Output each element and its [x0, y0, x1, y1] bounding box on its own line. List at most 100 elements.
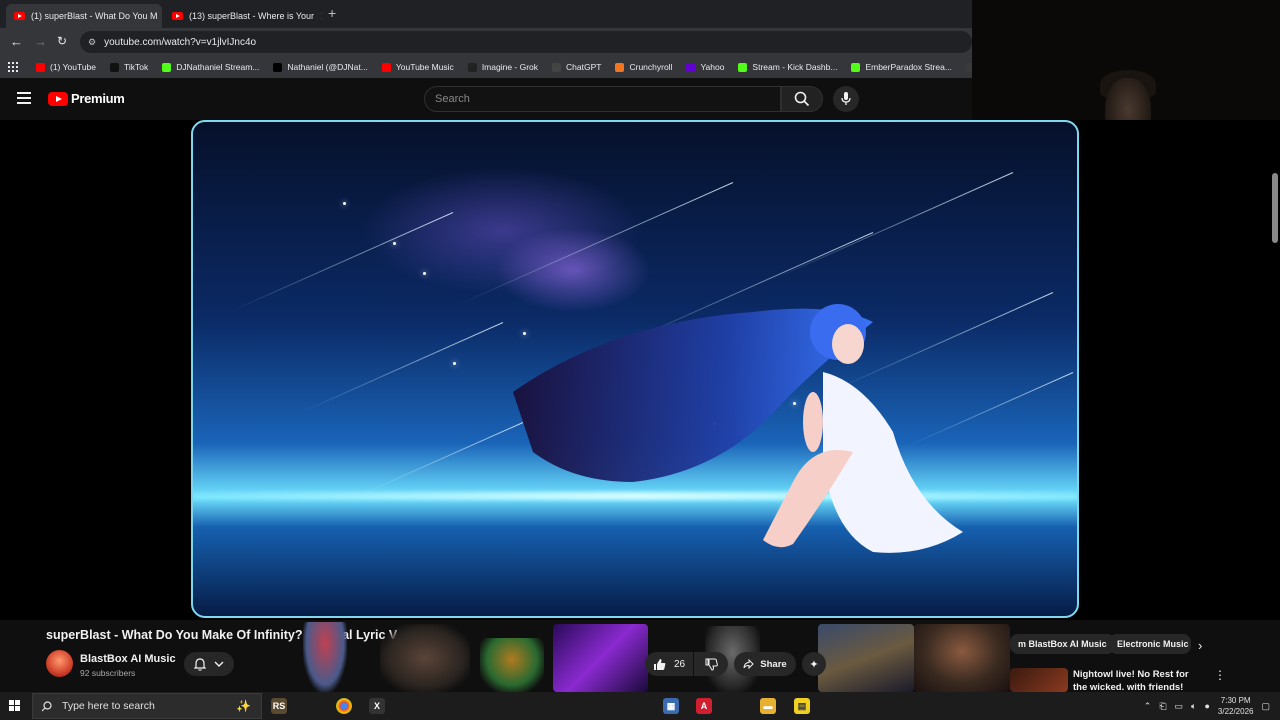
- bookmark-item[interactable]: Crunchyroll: [615, 62, 672, 72]
- tab-close-icon[interactable]: ✕: [158, 10, 162, 23]
- like-button[interactable]: 26: [645, 652, 693, 676]
- bookmark-item[interactable]: Yahoo: [686, 62, 724, 72]
- youtube-logo-icon: [48, 91, 68, 106]
- windows-taskbar: Type here to search ✨ RS X ▦ A ▬ ▤ ⌃ ⎗ ▭…: [0, 692, 1280, 720]
- kick-icon: [738, 62, 748, 72]
- chevron-up-icon[interactable]: ⌃: [1144, 701, 1152, 712]
- search-button[interactable]: [781, 86, 823, 112]
- bookmark-item[interactable]: ChatGPT: [552, 62, 601, 72]
- new-tab-button[interactable]: +: [328, 5, 336, 21]
- chip-label: m BlastBox AI Music: [1018, 639, 1107, 649]
- like-count: 26: [673, 658, 686, 670]
- bookmark-label: ChatGPT: [566, 62, 602, 72]
- bookmark-label: DJNathaniel Stream...: [176, 62, 260, 72]
- youtube-music-icon: [381, 62, 391, 72]
- adobe-taskbar-icon[interactable]: A: [696, 698, 712, 714]
- menu-icon[interactable]: [17, 92, 31, 104]
- system-clock[interactable]: 7:30 PM 3/22/2026: [1218, 695, 1254, 717]
- site-info-icon[interactable]: ⚙: [88, 37, 96, 48]
- bookmark-label: Imagine - Grok: [481, 62, 539, 72]
- kick-icon: [162, 62, 172, 72]
- clock-time: 7:30 PM: [1220, 696, 1251, 705]
- tab-close-icon[interactable]: ✕: [314, 10, 322, 23]
- chevron-right-icon[interactable]: ›: [1198, 638, 1202, 653]
- browser-tab-bar: (1) superBlast - What Do You M ✕ (13) su…: [0, 0, 972, 28]
- search-placeholder: Search: [435, 93, 470, 105]
- search-input[interactable]: Search: [424, 86, 781, 112]
- windows-search-box[interactable]: Type here to search ✨: [32, 693, 262, 719]
- anime-girl-illustration: [513, 304, 963, 553]
- sparkle-ask-button[interactable]: ✦: [802, 652, 826, 676]
- youtube-favicon-icon: [14, 12, 25, 20]
- video-artwork-frame: [191, 120, 1079, 618]
- back-arrow-icon[interactable]: ←: [10, 34, 23, 49]
- sticker-album-art: [553, 624, 648, 692]
- calculator-taskbar-icon[interactable]: ▦: [663, 698, 679, 714]
- forward-arrow-icon[interactable]: →: [34, 34, 47, 49]
- share-button[interactable]: Share: [734, 652, 796, 676]
- recommendation-title[interactable]: Nightowl live! No Rest for the wicked. w…: [1073, 668, 1203, 694]
- system-tray: ⌃ ⎗ ▭ 🔈︎ ● 7:30 PM 3/22/2026 ▢: [1144, 692, 1280, 720]
- file-explorer-taskbar-icon[interactable]: ▬: [760, 698, 776, 714]
- bookmark-item[interactable]: EmberParadox Strea...: [851, 62, 952, 72]
- chip-from-channel[interactable]: m BlastBox AI Music: [1010, 634, 1115, 654]
- windows-start-icon[interactable]: [9, 700, 21, 712]
- thumbs-up-icon: [653, 658, 666, 670]
- chevron-down-icon: [214, 661, 224, 667]
- share-label: Share: [760, 658, 787, 670]
- chip-label: Electronic Music: [1117, 639, 1189, 649]
- bookmark-item[interactable]: Nathaniel (@DJNat...: [273, 62, 368, 72]
- tab-title: (1) superBlast - What Do You M: [31, 11, 158, 21]
- reload-icon[interactable]: ↻: [57, 34, 67, 48]
- browser-tab-2[interactable]: (13) superBlast - Where is Your ✕: [164, 4, 322, 28]
- dislike-button[interactable]: [694, 652, 728, 676]
- page-scrollbar[interactable]: [1272, 173, 1278, 243]
- bell-icon: [194, 657, 206, 671]
- bookmark-item[interactable]: YouTube Music: [381, 62, 454, 72]
- windows-search-placeholder: Type here to search: [62, 700, 155, 712]
- sticky-notes-taskbar-icon[interactable]: ▤: [794, 698, 810, 714]
- bookmark-label: Nathaniel (@DJNat...: [287, 62, 368, 72]
- microphone-icon: [841, 92, 851, 105]
- tab-title: (13) superBlast - Where is Your: [189, 11, 315, 21]
- bookmark-item[interactable]: DJNathaniel Stream...: [162, 62, 259, 72]
- subscriber-count: 92 subscribers: [80, 668, 136, 678]
- bookmark-label: EmberParadox Strea...: [865, 62, 952, 72]
- sticker-character-3: [480, 638, 544, 692]
- bookmark-label: Stream - Kick Dashb...: [752, 62, 838, 72]
- chrome-taskbar-icon[interactable]: [336, 698, 352, 714]
- more-options-icon[interactable]: ⋮: [1214, 668, 1226, 682]
- apps-grid-icon[interactable]: [8, 62, 18, 72]
- browser-tab-1[interactable]: (1) superBlast - What Do You M ✕: [6, 4, 162, 28]
- sticker-character-5: [818, 624, 914, 692]
- x-icon: [273, 62, 283, 72]
- network-icon[interactable]: ▭: [1175, 701, 1184, 712]
- microphone-icon[interactable]: ●: [1204, 701, 1209, 711]
- address-bar[interactable]: ⚙ youtube.com/watch?v=v1jlvIJnc4o: [80, 31, 972, 53]
- notifications-icon[interactable]: ▢: [1261, 701, 1270, 712]
- bookmark-item[interactable]: Stream - Kick Dashb...: [738, 62, 837, 72]
- channel-name[interactable]: BlastBox AI Music: [80, 653, 176, 665]
- volume-icon[interactable]: 🔈︎: [1191, 701, 1196, 712]
- recommendation-thumbnail[interactable]: [1010, 668, 1068, 692]
- runescape-taskbar-icon[interactable]: RS: [271, 698, 287, 714]
- chip-electronic-music[interactable]: Electronic Music: [1109, 634, 1191, 654]
- bookmark-item[interactable]: Imagine - Grok: [467, 62, 539, 72]
- bookmarks-bar: (1) YouTube TikTok DJNathaniel Stream... Na…: [0, 56, 972, 78]
- bookmark-item[interactable]: TikTok: [110, 62, 148, 72]
- grok-icon: [467, 62, 477, 72]
- bookmark-item[interactable]: (1) YouTube: [36, 62, 96, 72]
- channel-avatar[interactable]: [46, 650, 73, 677]
- device-icon[interactable]: ⎗: [1159, 701, 1166, 712]
- share-icon: [743, 659, 755, 669]
- bookmark-label: (1) YouTube: [50, 62, 96, 72]
- video-player[interactable]: [0, 120, 1280, 620]
- youtube-premium-logo[interactable]: Premium: [48, 91, 125, 106]
- youtube-favicon-icon: [172, 12, 183, 20]
- video-info: superBlast - What Do You Make Of Infinit…: [0, 620, 1280, 694]
- notification-bell-button[interactable]: [184, 652, 234, 676]
- x-taskbar-icon[interactable]: X: [369, 698, 385, 714]
- voice-search-button[interactable]: [833, 86, 859, 112]
- search-icon: [41, 700, 52, 711]
- sparkle-icon: ✨: [236, 699, 251, 713]
